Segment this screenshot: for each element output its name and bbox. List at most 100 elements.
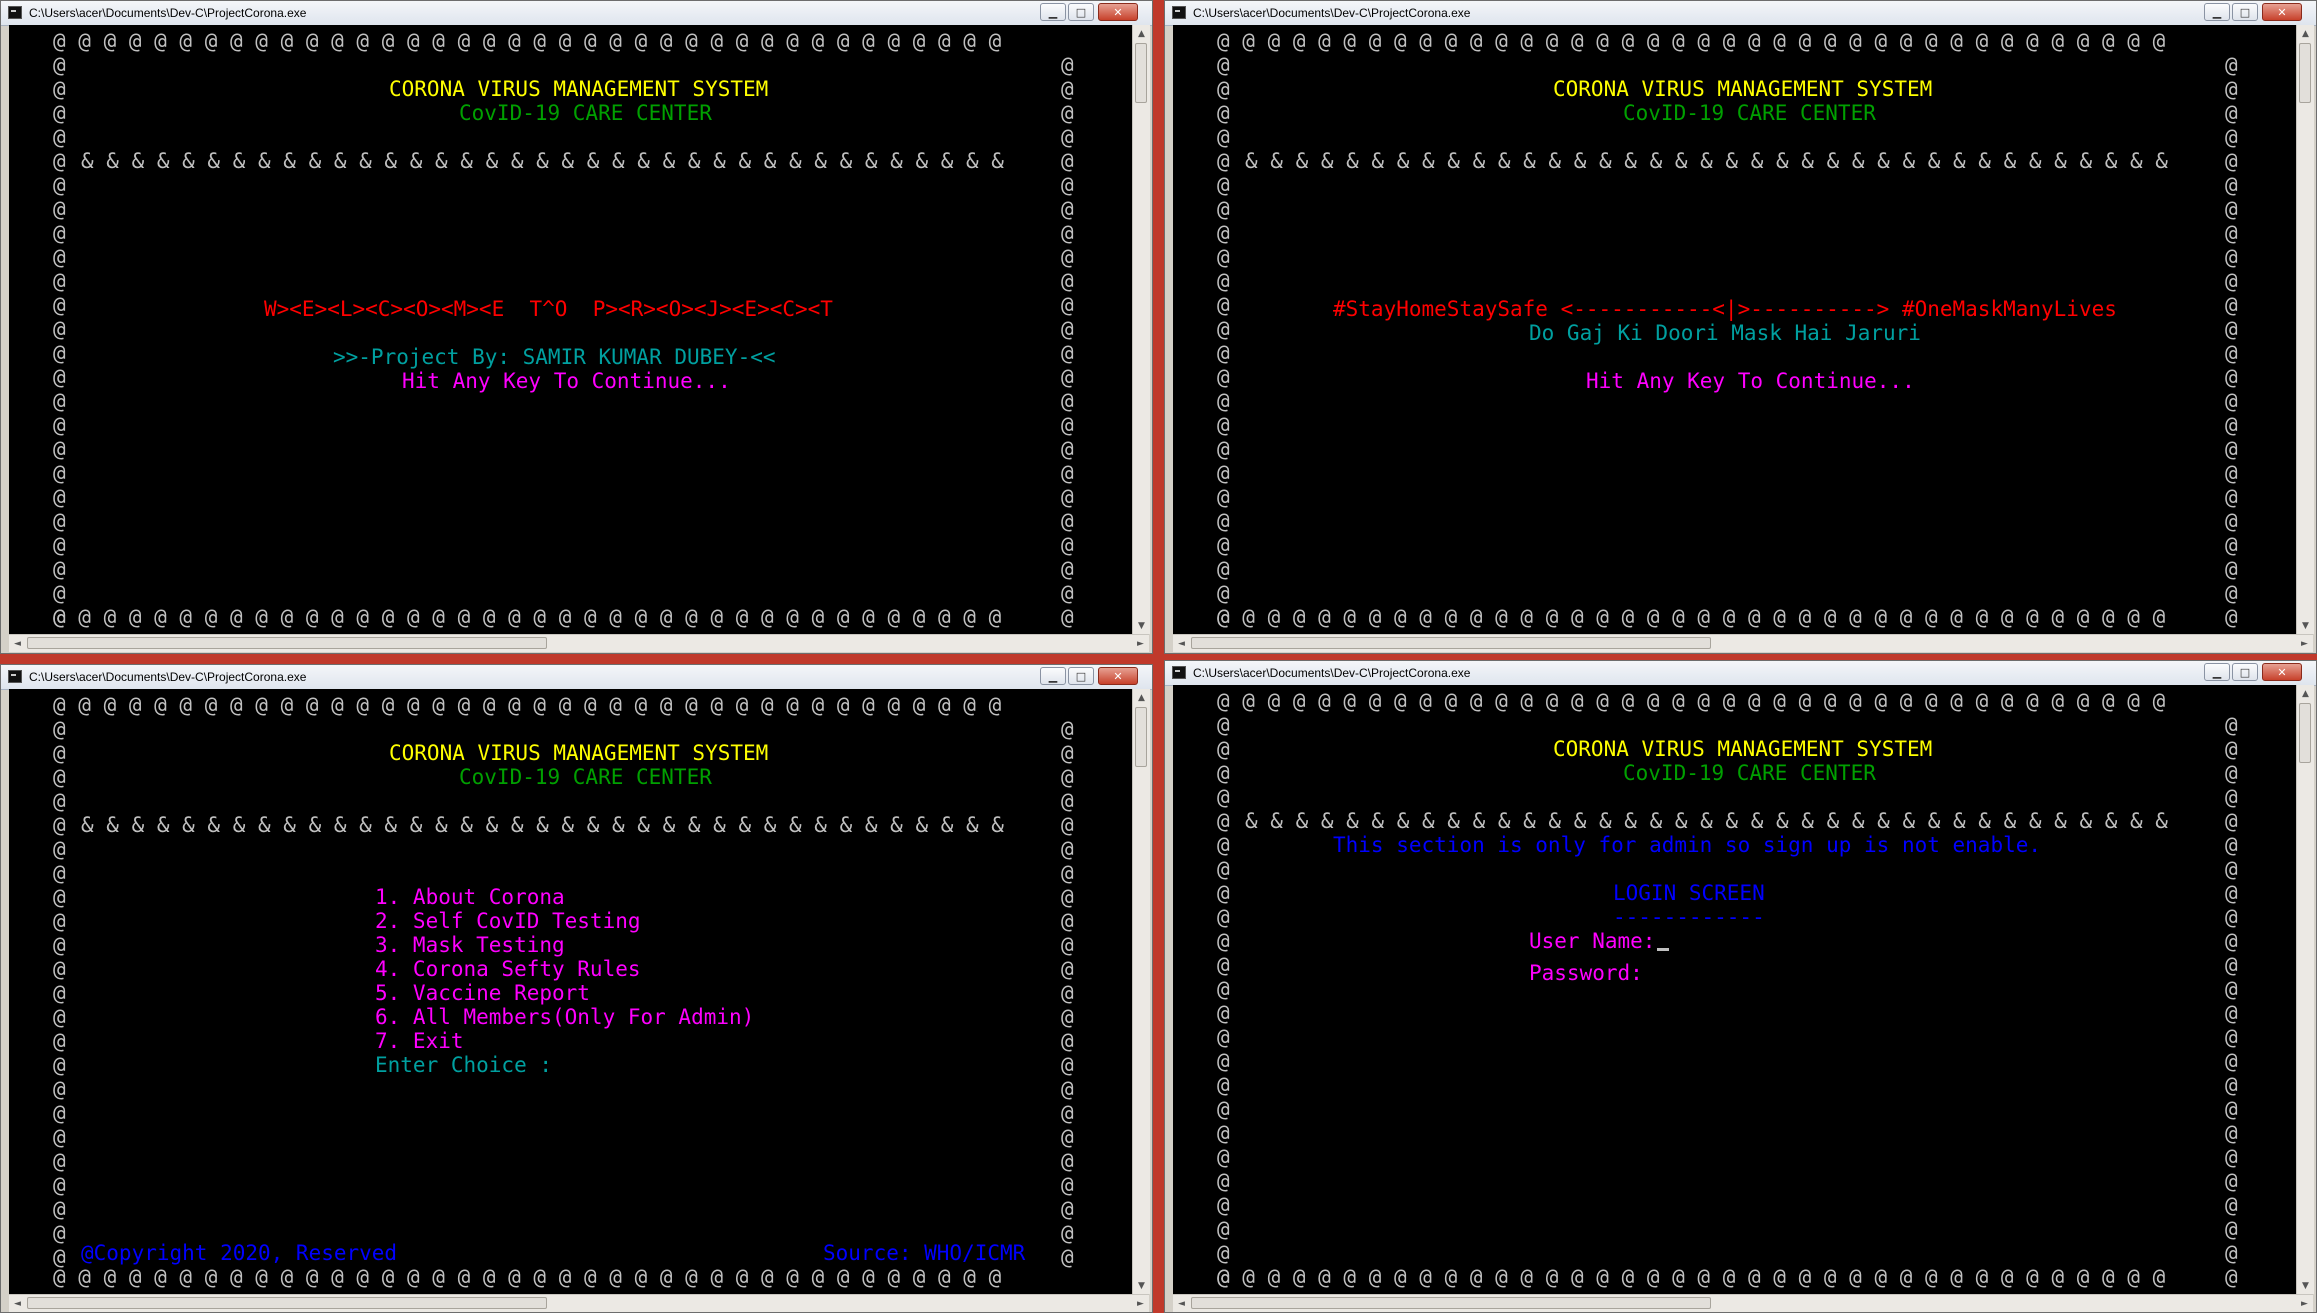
scroll-down-arrow-icon[interactable]: ▼ <box>1133 617 1150 634</box>
close-button[interactable]: ✕ <box>2262 663 2302 681</box>
menu-item-about-corona[interactable]: 1. About Corona <box>375 885 565 909</box>
scroll-left-arrow-icon[interactable]: ◄ <box>1173 635 1190 652</box>
vertical-scrollbar[interactable]: ▲ ▼ <box>2296 25 2314 634</box>
scroll-down-arrow-icon[interactable]: ▼ <box>2297 617 2314 634</box>
close-button[interactable]: ✕ <box>2262 3 2302 21</box>
header-title: CORONA VIRUS MANAGEMENT SYSTEM <box>1553 77 1933 101</box>
minimize-button[interactable]: ▁ <box>1040 3 1066 21</box>
scroll-up-arrow-icon[interactable]: ▲ <box>2297 25 2314 42</box>
window-titlebar[interactable]: C:\Users\acer\Documents\Dev-C\ProjectCor… <box>1165 661 2316 686</box>
text-cursor <box>1657 948 1670 951</box>
border-right: @ @ @ @ @ @ @ @ @ @ @ @ @ @ @ @ @ @ @ @ … <box>2225 713 2238 1289</box>
project-credit: >>-Project By: SAMIR KUMAR DUBEY-<< <box>333 345 776 369</box>
separator-row: & & & & & & & & & & & & & & & & & & & & … <box>81 813 1004 837</box>
vertical-scrollbar[interactable]: ▲ ▼ <box>1132 25 1150 634</box>
scroll-up-arrow-icon[interactable]: ▲ <box>2297 685 2314 702</box>
close-button[interactable]: ✕ <box>1098 3 1138 21</box>
window-title: C:\Users\acer\Documents\Dev-C\ProjectCor… <box>29 6 307 20</box>
console-screen[interactable]: @ @ @ @ @ @ @ @ @ @ @ @ @ @ @ @ @ @ @ @ … <box>9 25 1132 634</box>
scroll-thumb[interactable] <box>1191 1297 1711 1309</box>
admin-notice: This section is only for admin so sign u… <box>1333 833 2042 857</box>
scroll-down-arrow-icon[interactable]: ▼ <box>1133 1277 1150 1294</box>
scroll-thumb[interactable] <box>27 637 547 649</box>
border-bottom: @ @ @ @ @ @ @ @ @ @ @ @ @ @ @ @ @ @ @ @ … <box>53 605 1002 629</box>
menu-item-mask-testing[interactable]: 3. Mask Testing <box>375 933 565 957</box>
continue-prompt: Hit Any Key To Continue... <box>1586 369 1915 393</box>
console-app-icon <box>1172 666 1186 679</box>
scroll-left-arrow-icon[interactable]: ◄ <box>1173 1295 1190 1312</box>
horizontal-scrollbar[interactable]: ◄ ► <box>9 634 1149 652</box>
welcome-banner: W><E><L><C><O><M><E T^O P><R><O><J><E><C… <box>264 297 833 321</box>
slogan-line: #StayHomeStaySafe <-----------<|>-------… <box>1333 297 2117 321</box>
scroll-left-arrow-icon[interactable]: ◄ <box>9 635 26 652</box>
console-app-icon <box>8 6 22 19</box>
login-underline: ------------ <box>1613 905 1765 929</box>
border-bottom: @ @ @ @ @ @ @ @ @ @ @ @ @ @ @ @ @ @ @ @ … <box>1217 1265 2166 1289</box>
minimize-button[interactable]: ▁ <box>1040 667 1066 685</box>
header-subtitle: CovID-19 CARE CENTER <box>459 101 712 125</box>
scroll-thumb[interactable] <box>1191 637 1711 649</box>
vertical-scrollbar[interactable]: ▲ ▼ <box>2296 685 2314 1294</box>
scroll-thumb[interactable] <box>2299 703 2311 763</box>
console-screen[interactable]: @ @ @ @ @ @ @ @ @ @ @ @ @ @ @ @ @ @ @ @ … <box>1173 25 2296 634</box>
horizontal-scrollbar[interactable]: ◄ ► <box>1173 1294 2313 1312</box>
login-heading: LOGIN SCREEN <box>1613 881 1765 905</box>
username-field[interactable]: User Name: <box>1529 929 1670 953</box>
menu-item-safety-rules[interactable]: 4. Corona Sefty Rules <box>375 957 641 981</box>
choice-prompt[interactable]: Enter Choice : <box>375 1053 552 1077</box>
scroll-thumb[interactable] <box>27 1297 547 1309</box>
console-window-welcome: C:\Users\acer\Documents\Dev-C\ProjectCor… <box>0 0 1153 654</box>
close-button[interactable]: ✕ <box>1098 667 1138 685</box>
scroll-right-arrow-icon[interactable]: ► <box>1132 635 1149 652</box>
continue-prompt: Hit Any Key To Continue... <box>402 369 731 393</box>
border-top: @ @ @ @ @ @ @ @ @ @ @ @ @ @ @ @ @ @ @ @ … <box>1217 29 2166 53</box>
scroll-thumb[interactable] <box>1135 43 1147 103</box>
border-right: @ @ @ @ @ @ @ @ @ @ @ @ @ @ @ @ @ @ @ @ … <box>1061 53 1074 629</box>
password-field[interactable]: Password: <box>1529 961 1643 985</box>
console-screen[interactable]: @ @ @ @ @ @ @ @ @ @ @ @ @ @ @ @ @ @ @ @ … <box>1173 685 2296 1294</box>
horizontal-scrollbar[interactable]: ◄ ► <box>1173 634 2313 652</box>
border-left: @ @ @ @ @ @ @ @ @ @ @ @ @ @ @ @ @ @ @ @ … <box>53 53 66 629</box>
horizontal-scrollbar[interactable]: ◄ ► <box>9 1294 1149 1312</box>
maximize-button[interactable]: □ <box>1068 667 1094 685</box>
window-titlebar[interactable]: C:\Users\acer\Documents\Dev-C\ProjectCor… <box>1 665 1152 690</box>
header-subtitle: CovID-19 CARE CENTER <box>1623 101 1876 125</box>
scroll-right-arrow-icon[interactable]: ► <box>2296 635 2313 652</box>
console-window-menu: C:\Users\acer\Documents\Dev-C\ProjectCor… <box>0 664 1153 1313</box>
scroll-up-arrow-icon[interactable]: ▲ <box>1133 25 1150 42</box>
border-left: @ @ @ @ @ @ @ @ @ @ @ @ @ @ @ @ @ @ @ @ … <box>53 717 66 1269</box>
menu-item-all-members[interactable]: 6. All Members(Only For Admin) <box>375 1005 754 1029</box>
border-bottom: @ @ @ @ @ @ @ @ @ @ @ @ @ @ @ @ @ @ @ @ … <box>1217 605 2166 629</box>
console-window-slogan: C:\Users\acer\Documents\Dev-C\ProjectCor… <box>1164 0 2317 654</box>
console-screen[interactable]: @ @ @ @ @ @ @ @ @ @ @ @ @ @ @ @ @ @ @ @ … <box>9 689 1132 1294</box>
menu-item-self-covid-testing[interactable]: 2. Self CovID Testing <box>375 909 641 933</box>
scroll-down-arrow-icon[interactable]: ▼ <box>2297 1277 2314 1294</box>
console-app-icon <box>8 670 22 683</box>
window-titlebar[interactable]: C:\Users\acer\Documents\Dev-C\ProjectCor… <box>1165 1 2316 26</box>
maximize-button[interactable]: □ <box>2232 3 2258 21</box>
scroll-right-arrow-icon[interactable]: ► <box>1132 1295 1149 1312</box>
header-subtitle: CovID-19 CARE CENTER <box>1623 761 1876 785</box>
minimize-button[interactable]: ▁ <box>2204 663 2230 681</box>
window-titlebar[interactable]: C:\Users\acer\Documents\Dev-C\ProjectCor… <box>1 1 1152 26</box>
menu-item-exit[interactable]: 7. Exit <box>375 1029 464 1053</box>
scroll-up-arrow-icon[interactable]: ▲ <box>1133 689 1150 706</box>
border-top: @ @ @ @ @ @ @ @ @ @ @ @ @ @ @ @ @ @ @ @ … <box>53 693 1002 717</box>
scroll-thumb[interactable] <box>2299 43 2311 103</box>
minimize-button[interactable]: ▁ <box>2204 3 2230 21</box>
vertical-scrollbar[interactable]: ▲ ▼ <box>1132 689 1150 1294</box>
border-bottom: @ @ @ @ @ @ @ @ @ @ @ @ @ @ @ @ @ @ @ @ … <box>53 1265 1002 1289</box>
source-text: Source: WHO/ICMR <box>823 1241 1026 1265</box>
scroll-left-arrow-icon[interactable]: ◄ <box>9 1295 26 1312</box>
hindi-slogan: Do Gaj Ki Doori Mask Hai Jaruri <box>1529 321 1921 345</box>
window-title: C:\Users\acer\Documents\Dev-C\ProjectCor… <box>1193 6 1471 20</box>
border-top: @ @ @ @ @ @ @ @ @ @ @ @ @ @ @ @ @ @ @ @ … <box>1217 689 2166 713</box>
menu-item-vaccine-report[interactable]: 5. Vaccine Report <box>375 981 590 1005</box>
border-top: @ @ @ @ @ @ @ @ @ @ @ @ @ @ @ @ @ @ @ @ … <box>53 29 1002 53</box>
maximize-button[interactable]: □ <box>1068 3 1094 21</box>
maximize-button[interactable]: □ <box>2232 663 2258 681</box>
border-right: @ @ @ @ @ @ @ @ @ @ @ @ @ @ @ @ @ @ @ @ … <box>2225 53 2238 629</box>
scroll-right-arrow-icon[interactable]: ► <box>2296 1295 2313 1312</box>
header-subtitle: CovID-19 CARE CENTER <box>459 765 712 789</box>
scroll-thumb[interactable] <box>1135 707 1147 767</box>
